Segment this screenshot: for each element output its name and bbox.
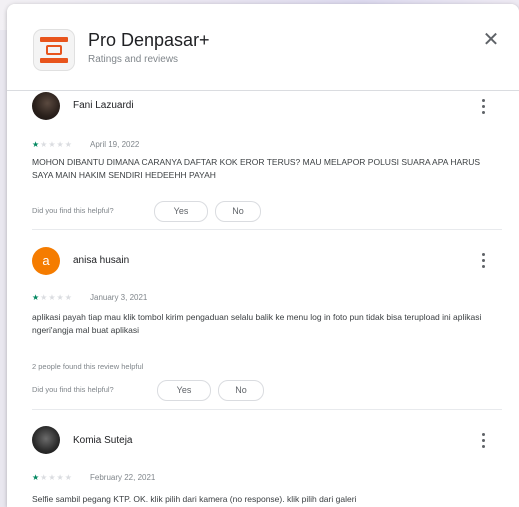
more-options-icon[interactable] [475, 96, 491, 118]
more-options-icon[interactable] [475, 250, 491, 272]
star-rating: ★★★★★ [32, 293, 73, 302]
app-icon-bottom-bar [40, 58, 68, 63]
app-icon-top-bar [40, 37, 68, 42]
divider [32, 409, 502, 410]
divider [32, 229, 502, 230]
avatar [32, 92, 60, 120]
review-date: January 3, 2021 [90, 293, 148, 302]
close-icon[interactable]: ✕ [479, 28, 503, 52]
more-options-icon[interactable] [475, 430, 491, 452]
review-date: April 19, 2022 [90, 140, 140, 149]
yes-button[interactable]: Yes [157, 380, 211, 401]
avatar: a [32, 247, 60, 275]
no-button[interactable]: No [215, 201, 261, 222]
helpful-question: Did you find this helpful? [32, 385, 114, 394]
helpful-question: Did you find this helpful? [32, 206, 114, 215]
review-text: aplikasi payah tiap mau klik tombol kiri… [32, 312, 482, 335]
no-button[interactable]: No [218, 380, 264, 401]
ratings-dialog: Pro Denpasar+ Ratings and reviews ✕ Fani… [7, 4, 519, 507]
review-text: MOHON DIBANTU DIMANA CARANYA DAFTAR KOK … [32, 157, 481, 180]
yes-button[interactable]: Yes [154, 201, 208, 222]
app-subtitle: Ratings and reviews [88, 54, 179, 65]
avatar [32, 426, 60, 454]
app-title: Pro Denpasar+ [88, 30, 210, 50]
star-rating: ★★★★★ [32, 473, 73, 482]
found-helpful-count: 2 people found this review helpful [32, 362, 144, 371]
app-icon-frame [46, 45, 62, 55]
star-rating: ★★★★★ [32, 140, 73, 149]
reviewer-name: anisa husain [73, 255, 130, 266]
reviewer-name: Komia Suteja [73, 435, 133, 446]
dialog-header: Pro Denpasar+ Ratings and reviews ✕ [7, 4, 519, 91]
reviewer-name: Fani Lazuardi [73, 100, 134, 111]
app-icon [34, 30, 74, 70]
review-text: Selfie sambil pegang KTP. OK. klik pilih… [32, 494, 357, 504]
review-date: February 22, 2021 [90, 473, 156, 482]
